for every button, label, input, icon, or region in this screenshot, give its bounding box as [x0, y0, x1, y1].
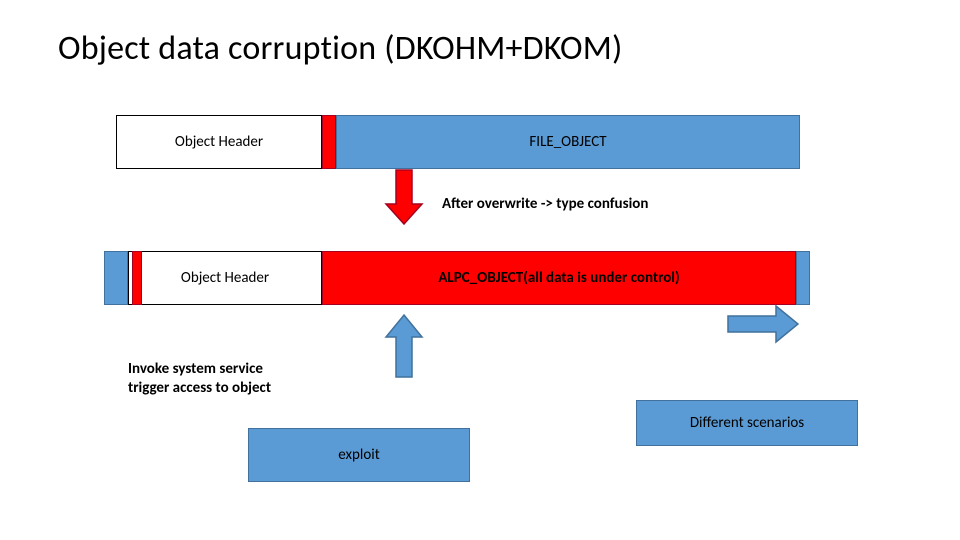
row1-file-object-box: FILE_OBJECT: [336, 115, 800, 169]
exploit-box: exploit: [248, 428, 470, 482]
invoke-service-label: Invoke system service trigger access to …: [128, 360, 271, 398]
exploit-label: exploit: [338, 446, 379, 464]
row2-red-left-sliver: [132, 251, 142, 305]
arrow-right-icon: [728, 306, 798, 342]
arrow-up-icon: [386, 315, 422, 377]
after-overwrite-label: After overwrite -> type confusion: [442, 195, 648, 213]
arrow-down-icon: [386, 170, 422, 224]
row2-blue-right-tab: [796, 251, 810, 305]
row1-object-header-box: Object Header: [116, 115, 322, 169]
scenarios-box: Different scenarios: [636, 400, 858, 446]
page-title: Object data corruption (DKOHM+DKOM): [58, 28, 622, 69]
row2-blue-left-tab: [104, 251, 128, 305]
row1-file-object-label: FILE_OBJECT: [529, 133, 606, 151]
row2-alpc-box: ALPC_OBJECT(all data is under control): [322, 251, 796, 305]
row1-red-edge: [322, 115, 336, 169]
scenarios-label: Different scenarios: [690, 414, 804, 432]
row2-object-header-label: Object Header: [181, 269, 269, 287]
invoke-line-1: Invoke system service: [128, 360, 271, 379]
row2-alpc-label: ALPC_OBJECT(all data is under control): [438, 269, 679, 287]
row1-object-header-label: Object Header: [175, 133, 263, 151]
invoke-line-2: trigger access to object: [128, 379, 271, 398]
row2-object-header-box: Object Header: [128, 251, 322, 305]
